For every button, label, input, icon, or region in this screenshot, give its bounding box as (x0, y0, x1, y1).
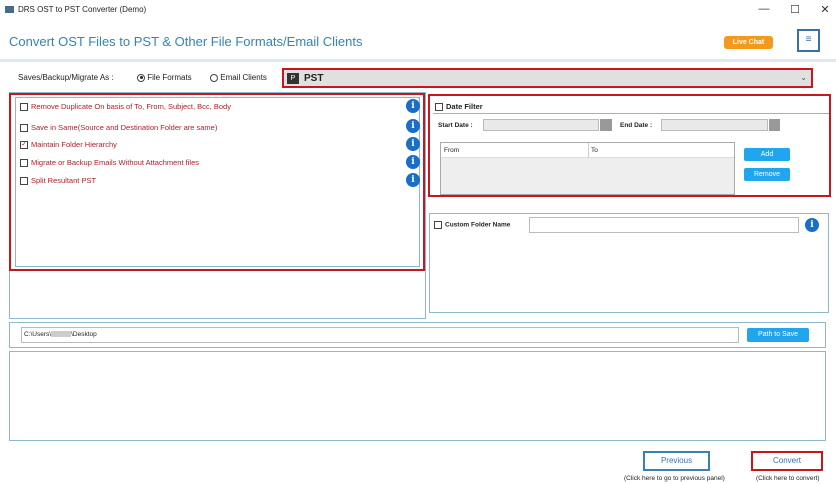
format-select[interactable]: P PST ⌄ (282, 68, 813, 88)
chevron-down-icon: ⌄ (800, 73, 807, 82)
calendar-icon[interactable] (600, 119, 612, 131)
format-value: PST (304, 73, 324, 84)
option-save-in-same[interactable]: Save in Same(Source and Destination Fold… (20, 123, 218, 133)
previous-button[interactable]: Previous (643, 451, 710, 471)
date-filter-panel: Date Filter Start Date : End Date : From… (428, 94, 831, 197)
end-date-label: End Date : (620, 122, 653, 129)
checkbox[interactable] (20, 177, 28, 186)
info-icon[interactable]: i (406, 137, 420, 151)
info-icon[interactable]: i (406, 173, 420, 187)
custom-folder-toggle[interactable]: Custom Folder Name (434, 221, 510, 229)
previous-caption: (Click here to go to previous panel) (624, 475, 725, 482)
convert-caption: (Click here to convert) (756, 475, 820, 482)
start-date-input[interactable] (483, 119, 599, 131)
maximize-button[interactable]: ☐ (785, 3, 805, 16)
option-label: Migrate or Backup Emails Without Attachm… (31, 158, 199, 167)
radio-label: File Formats (147, 73, 192, 82)
custom-folder-label: Custom Folder Name (445, 221, 511, 229)
checkbox[interactable] (20, 124, 28, 133)
checkbox[interactable] (20, 103, 28, 112)
info-icon[interactable]: i (805, 218, 819, 232)
header: Convert OST Files to PST & Other File Fo… (0, 20, 836, 62)
option-without-attachments[interactable]: Migrate or Backup Emails Without Attachm… (20, 158, 199, 168)
start-date-label: Start Date : (438, 122, 473, 129)
radio-file-formats[interactable]: File Formats (137, 73, 192, 82)
remove-button[interactable]: Remove (744, 168, 790, 181)
path-to-save-button[interactable]: Path to Save (747, 328, 809, 342)
custom-folder-panel: Custom Folder Name i (429, 213, 829, 313)
window-title: DRS OST to PST Converter (Demo) (18, 5, 147, 14)
column-to: To (591, 147, 598, 154)
minimize-button[interactable]: — (754, 3, 774, 15)
path-suffix: \Desktop (71, 331, 97, 338)
option-split-pst[interactable]: Split Resultant PST (20, 176, 97, 186)
option-label: Maintain Folder Hierarchy (31, 140, 117, 149)
title-bar: DRS OST to PST Converter (Demo) — ☐ ✕ (0, 0, 836, 20)
date-filter-toggle[interactable]: Date Filter (435, 102, 483, 112)
end-date-input[interactable] (661, 119, 768, 131)
menu-button[interactable]: ≡ (797, 29, 820, 52)
option-label: Remove Duplicate On basis of To, From, S… (31, 102, 231, 111)
custom-folder-input[interactable] (529, 217, 799, 233)
info-icon[interactable]: i (406, 99, 420, 113)
checkbox[interactable] (20, 159, 28, 168)
live-chat-button[interactable]: Live Chat (724, 36, 773, 49)
checkbox-checked[interactable]: ✓ (20, 141, 28, 150)
app-icon (5, 6, 14, 13)
close-button[interactable]: ✕ (815, 3, 835, 16)
page-title: Convert OST Files to PST & Other File Fo… (9, 34, 363, 49)
add-button[interactable]: Add (744, 148, 790, 161)
path-input[interactable]: C:\Users\ \Desktop (21, 327, 739, 343)
calendar-icon[interactable] (769, 119, 780, 131)
info-icon[interactable]: i (406, 155, 420, 169)
option-maintain-hierarchy[interactable]: ✓ Maintain Folder Hierarchy (20, 140, 117, 150)
checkbox[interactable] (434, 221, 442, 229)
radio-label: Email Clients (220, 73, 267, 82)
radio-email-clients[interactable]: Email Clients (210, 73, 267, 82)
log-area (9, 351, 826, 441)
option-remove-duplicate[interactable]: Remove Duplicate On basis of To, From, S… (20, 102, 231, 112)
option-label: Split Resultant PST (31, 176, 97, 185)
pst-icon: P (287, 73, 299, 84)
path-panel: C:\Users\ \Desktop Path to Save (9, 322, 826, 348)
date-filter-label: Date Filter (446, 102, 483, 111)
path-prefix: C:\Users\ (24, 331, 52, 338)
convert-button[interactable]: Convert (751, 451, 823, 471)
checkbox[interactable] (435, 103, 443, 112)
hamburger-icon: ≡ (805, 34, 812, 45)
column-from: From (444, 147, 460, 154)
option-label: Save in Same(Source and Destination Fold… (31, 123, 218, 132)
date-range-table: From To (440, 142, 735, 195)
info-icon[interactable]: i (406, 119, 420, 133)
save-as-label: Saves/Backup/Migrate As : (18, 73, 114, 82)
